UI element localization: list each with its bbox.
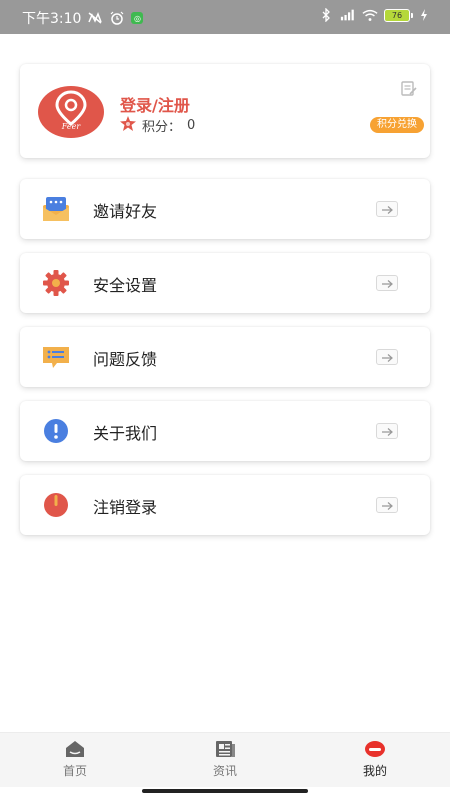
login-register-link[interactable]: 登录/注册 <box>120 92 190 116</box>
feedback-icon <box>41 343 71 371</box>
home-indicator[interactable] <box>142 789 308 793</box>
bluetooth-icon <box>318 8 334 22</box>
points-exchange-button[interactable]: 积分兑换 <box>370 117 424 133</box>
profile-icon <box>364 739 386 759</box>
logout-icon <box>41 491 71 519</box>
menu-item-label: 关于我们 <box>93 424 158 443</box>
alarm-icon <box>109 11 125 25</box>
profile-card[interactable]: Feer 登录/注册 积分： 0 积分兑换 <box>20 64 430 158</box>
info-icon <box>41 417 71 445</box>
bottom-nav: 首页 资讯 我的 <box>0 732 450 787</box>
nav-tab-news[interactable]: 资讯 <box>185 739 265 779</box>
points-row: 积分： 0 <box>120 116 195 135</box>
menu-item-label: 问题反馈 <box>93 350 158 369</box>
menu-item-feedback[interactable]: 问题反馈 <box>20 327 430 387</box>
avatar[interactable]: Feer <box>38 86 104 138</box>
gear-icon <box>41 269 71 297</box>
menu-item-about-us[interactable]: 关于我们 <box>20 401 430 461</box>
nav-tab-mine[interactable]: 我的 <box>335 739 415 779</box>
menu-item-label: 安全设置 <box>93 276 158 295</box>
arrow-right-icon <box>376 201 398 217</box>
status-time: 下午3:10 <box>22 11 82 27</box>
battery-icon: 76 <box>384 8 413 22</box>
points-value: 0 <box>187 118 196 133</box>
points-label: 积分： <box>142 120 182 135</box>
news-icon <box>214 739 236 759</box>
menu-item-invite-friends[interactable]: 邀请好友 <box>20 179 430 239</box>
edit-icon[interactable] <box>400 80 418 98</box>
arrow-right-icon <box>376 423 398 439</box>
avatar-logo-text: Feer <box>61 122 81 131</box>
nav-tab-home[interactable]: 首页 <box>35 739 115 779</box>
menu-item-logout[interactable]: 注销登录 <box>20 475 430 535</box>
arrow-right-icon <box>376 497 398 513</box>
mute-icon <box>87 11 103 25</box>
menu-item-security-settings[interactable]: 安全设置 <box>20 253 430 313</box>
star-icon <box>120 116 136 135</box>
arrow-right-icon <box>376 275 398 291</box>
app-notification-icon: ◎ <box>131 12 144 24</box>
wifi-icon <box>362 8 378 22</box>
arrow-right-icon <box>376 349 398 365</box>
home-icon <box>64 739 86 759</box>
signal-icon <box>340 8 356 22</box>
nav-label: 首页 <box>62 764 87 778</box>
nav-label: 我的 <box>362 764 387 778</box>
menu-item-label: 邀请好友 <box>93 202 158 221</box>
status-bar: 下午3:10 ◎ 76 <box>0 0 450 34</box>
battery-level: 76 <box>391 10 403 20</box>
invite-icon <box>41 195 71 223</box>
charging-icon <box>416 8 432 22</box>
nav-label: 资讯 <box>212 764 237 778</box>
menu-item-label: 注销登录 <box>93 498 158 517</box>
